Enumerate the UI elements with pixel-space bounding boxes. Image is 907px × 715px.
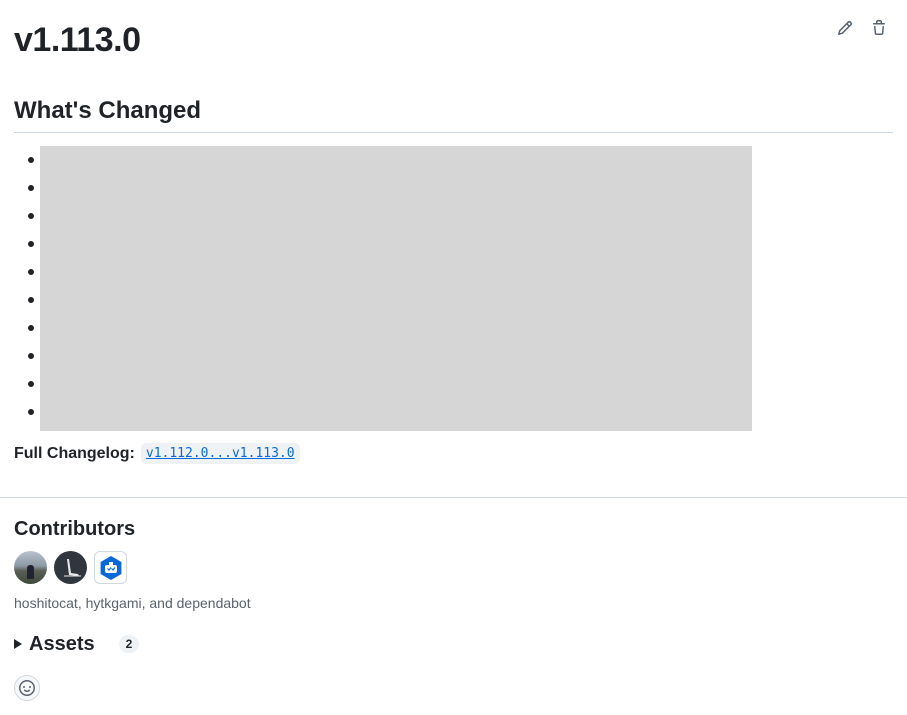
bullet [28, 185, 34, 191]
bullet [28, 409, 34, 415]
bullet [28, 353, 34, 359]
contributor-avatars [14, 551, 127, 584]
bullet [28, 157, 34, 163]
dependabot-icon[interactable] [94, 551, 127, 584]
release-actions [835, 18, 889, 38]
changelog-link[interactable]: v1.112.0...v1.113.0 [140, 443, 300, 464]
changelog-label: Full Changelog: [14, 444, 135, 462]
redacted-content [40, 146, 752, 431]
assets-toggle[interactable]: Assets 2 [14, 632, 140, 656]
smiley-icon[interactable] [14, 675, 40, 701]
bullet [28, 241, 34, 247]
avatar[interactable] [14, 551, 47, 584]
release-title: v1.113.0 [14, 21, 141, 59]
whats-changed-heading: What's Changed [14, 97, 202, 124]
bullet [28, 297, 34, 303]
triangle-right-icon [14, 639, 22, 649]
full-changelog: Full Changelog: v1.112.0...v1.113.0 [14, 443, 300, 464]
bullet [28, 325, 34, 331]
avatar[interactable] [54, 551, 87, 584]
pencil-icon[interactable] [835, 18, 855, 38]
assets-count-badge: 2 [118, 635, 140, 653]
assets-label: Assets [29, 633, 95, 655]
contributors-names: hoshitocat, hytkgami, and dependabot [14, 595, 251, 611]
bullet [28, 269, 34, 275]
contributors-heading: Contributors [14, 518, 136, 540]
trash-icon[interactable] [869, 18, 889, 38]
avatar-photo [27, 565, 34, 579]
heading-divider [14, 132, 893, 133]
release-page: v1.113.0 What's Changed Full Changelog: … [0, 0, 907, 715]
bullet [28, 213, 34, 219]
section-divider [0, 497, 907, 498]
bullet [28, 381, 34, 387]
